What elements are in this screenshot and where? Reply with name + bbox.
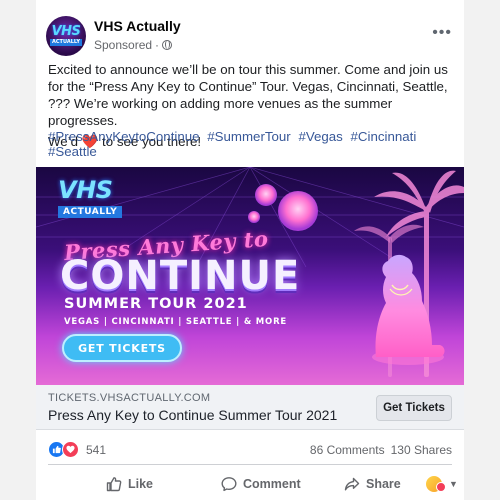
link-preview[interactable]: TICKETS.VHSACTUALLY.COM Press Any Key to… (36, 385, 464, 430)
hashtag-link[interactable]: #SummerTour (207, 129, 291, 144)
tiny-sphere (248, 211, 260, 223)
link-domain: TICKETS.VHSACTUALLY.COM (48, 392, 211, 404)
banner-logo: VHS ACTUALLY (58, 176, 123, 219)
hashtag-list: #PressAnyKeytoContinue #SummerTour #Vega… (48, 129, 456, 159)
panther-statue (372, 254, 445, 365)
sponsored-label: Sponsored · (94, 38, 173, 52)
ad-banner-image[interactable]: VHS ACTUALLY Press Any Key to CONTINUE S… (36, 167, 464, 385)
more-options-button[interactable]: ••• (432, 24, 452, 42)
get-tickets-button[interactable]: Get Tickets (376, 395, 452, 421)
engagement-counts: 86 Comments 130 Shares (310, 443, 452, 457)
share-icon (344, 477, 360, 491)
more-horizontal-icon: ••• (432, 24, 452, 41)
chevron-down-icon: ▼ (449, 479, 458, 489)
reaction-count[interactable]: 541 (86, 443, 106, 457)
post-header: VHS ACTUALLY VHS Actually Sponsored · ••… (36, 14, 464, 60)
comment-label: Comment (243, 477, 301, 491)
thumbs-up-icon (106, 477, 122, 492)
page-background-left (0, 0, 36, 500)
sponsored-post: VHS ACTUALLY VHS Actually Sponsored · ••… (36, 0, 464, 500)
comment-button[interactable]: Comment (221, 472, 301, 496)
hashtag-link[interactable]: #Seattle (48, 144, 97, 159)
shares-count[interactable]: 130 Shares (391, 443, 452, 457)
reaction-picker-button[interactable]: ▼ (426, 472, 458, 496)
emoji-reaction-icon (426, 476, 446, 492)
banner-title-main: CONTINUE (60, 253, 301, 299)
reaction-summary: 541 86 Comments 130 Shares (48, 441, 452, 459)
comment-icon (221, 477, 237, 492)
post-paragraph: Excited to announce we’ll be on tour thi… (48, 62, 448, 128)
sponsored-text: Sponsored (94, 38, 153, 52)
reaction-icons[interactable] (48, 441, 79, 458)
banner-tour-line: SUMMER TOUR 2021 (64, 296, 248, 312)
hashtag-link[interactable]: #PressAnyKeytoContinue (48, 129, 200, 144)
share-label: Share (366, 477, 401, 491)
page-name-link[interactable]: VHS Actually (94, 18, 181, 34)
dot-separator: · (155, 38, 160, 52)
post-actions: Like Comment Share ▼ (36, 470, 464, 498)
banner-logo-text: VHS (58, 176, 113, 204)
banner-logo-subtext: ACTUALLY (58, 206, 123, 218)
hashtag-link[interactable]: #Cincinnati (351, 129, 417, 144)
globe-icon (162, 40, 173, 50)
comments-count[interactable]: 86 Comments (310, 443, 385, 457)
share-button[interactable]: Share (344, 472, 401, 496)
banner-get-tickets-button[interactable]: GET TICKETS (62, 334, 182, 362)
large-sphere (278, 191, 318, 231)
love-reaction-icon (62, 441, 79, 458)
page-background-right (464, 0, 500, 500)
divider (48, 464, 452, 465)
page-avatar[interactable]: VHS ACTUALLY (46, 16, 86, 56)
avatar-logo-text: VHS (51, 24, 81, 39)
hashtag-link[interactable]: #Vegas (298, 129, 342, 144)
banner-cities-line: VEGAS | CINCINNATI | SEATTLE | & MORE (64, 317, 288, 327)
small-sphere (255, 184, 277, 206)
like-label: Like (128, 477, 154, 491)
avatar-logo-subtext: ACTUALLY (50, 39, 82, 46)
link-title[interactable]: Press Any Key to Continue Summer Tour 20… (48, 407, 337, 423)
like-button[interactable]: Like (106, 472, 153, 496)
